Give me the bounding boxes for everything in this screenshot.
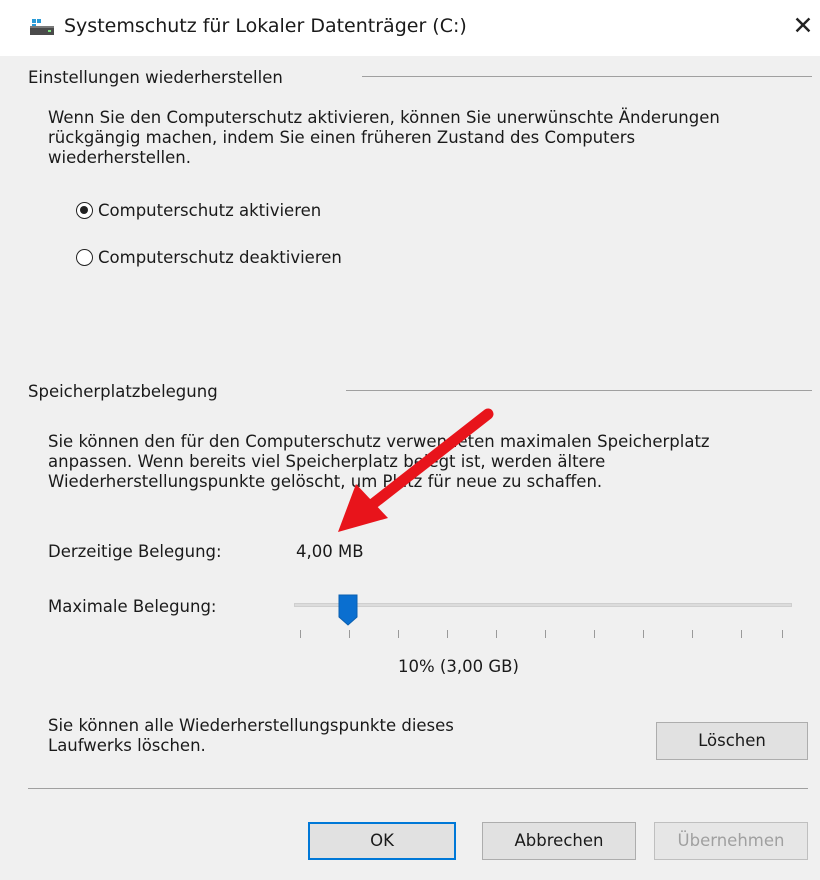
slider-tick	[741, 630, 742, 638]
annotation-arrow-icon	[338, 408, 494, 532]
max-usage-label: Maximale Belegung:	[48, 597, 217, 616]
radio-enable-protection[interactable]: Computerschutz aktivieren	[76, 198, 321, 222]
disk-usage-heading: Speicherplatzbelegung	[28, 382, 218, 401]
restore-settings-description: Wenn Sie den Computerschutz aktivieren, …	[48, 108, 720, 168]
apply-button: Übernehmen	[654, 822, 808, 860]
dialog-body: Einstellungen wiederherstellen Wenn Sie …	[0, 56, 820, 880]
close-button[interactable]: ✕	[786, 6, 820, 46]
slider-tick	[398, 630, 399, 638]
max-usage-slider-track[interactable]	[294, 603, 792, 607]
slider-tick	[782, 630, 783, 638]
current-usage-value: 4,00 MB	[296, 542, 364, 561]
description-line: rückgängig machen, indem Sie einen frühe…	[48, 128, 636, 147]
cancel-button[interactable]: Abbrechen	[482, 822, 636, 860]
radio-label: Computerschutz deaktivieren	[98, 247, 342, 267]
description-line: wiederherstellen.	[48, 148, 191, 167]
radio-label: Computerschutz aktivieren	[98, 200, 322, 220]
description-line: Wenn Sie den Computerschutz aktivieren, …	[48, 108, 720, 127]
slider-tick	[300, 630, 301, 638]
radio-disable-protection[interactable]: Computerschutz deaktivieren	[76, 245, 342, 269]
max-usage-slider-thumb[interactable]	[337, 593, 359, 627]
slider-tick	[496, 630, 497, 638]
slider-tick	[643, 630, 644, 638]
description-line: Laufwerks löschen.	[48, 736, 206, 755]
radio-button[interactable]	[76, 248, 93, 266]
slider-tick	[349, 630, 350, 638]
delete-points-description: Sie können alle Wiederherstellungspunkte…	[48, 716, 454, 756]
slider-tick	[447, 630, 448, 638]
slider-tick	[594, 630, 595, 638]
footer-divider	[28, 788, 808, 789]
window-title: Systemschutz für Lokaler Datenträger (C:…	[64, 15, 467, 37]
section-divider	[362, 76, 812, 77]
ok-button[interactable]: OK	[308, 822, 456, 860]
delete-button[interactable]: Löschen	[656, 722, 808, 760]
slider-tick	[545, 630, 546, 638]
description-line: Sie können alle Wiederherstellungspunkte…	[48, 716, 454, 735]
slider-tick	[692, 630, 693, 638]
section-divider	[346, 390, 812, 391]
title-bar: Systemschutz für Lokaler Datenträger (C:…	[0, 0, 820, 56]
radio-button-checked[interactable]	[76, 201, 93, 219]
slider-value-text: 10% (3,00 GB)	[398, 657, 519, 676]
current-usage-label: Derzeitige Belegung:	[48, 542, 222, 561]
drive-icon	[30, 19, 54, 35]
restore-settings-heading: Einstellungen wiederherstellen	[28, 68, 283, 87]
